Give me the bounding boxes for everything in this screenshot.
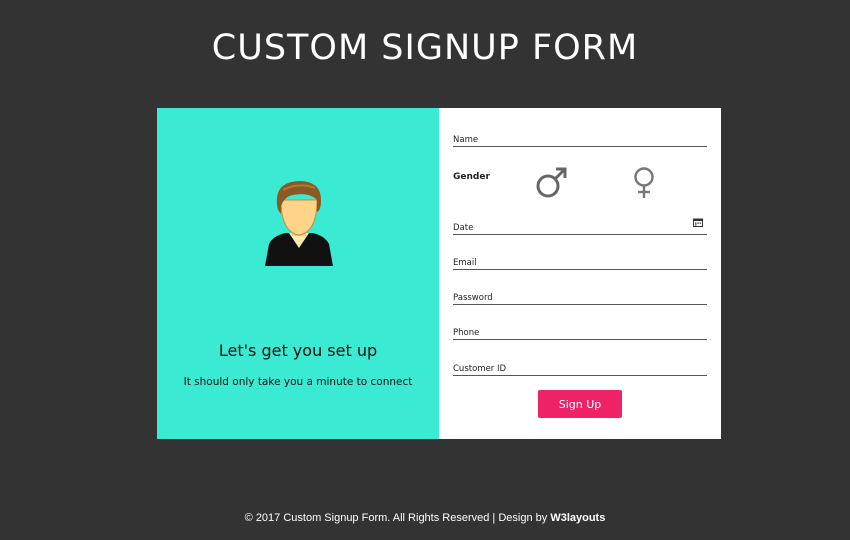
date-field [453,215,707,237]
password-field [453,285,707,307]
subtagline: It should only take you a minute to conn… [183,376,413,388]
password-input[interactable] [453,289,707,307]
tagline: Let's get you set up [218,341,378,360]
calendar-icon[interactable] [693,218,703,227]
female-symbol-icon[interactable] [631,166,657,200]
footer: © 2017 Custom Signup Form. All Rights Re… [0,512,850,524]
footer-brand-link[interactable]: W3layouts [550,512,605,524]
signup-card: Let's get you set up It should only take… [157,108,721,439]
phone-field [453,320,707,342]
form-panel: Gender [439,108,721,439]
email-field [453,250,707,272]
customer-id-field [453,356,707,378]
male-symbol-icon[interactable] [535,166,569,200]
page-title: CUSTOM SIGNUP FORM [211,28,639,68]
date-input[interactable] [453,219,707,237]
gender-row: Gender [453,167,707,210]
email-input[interactable] [453,254,707,272]
customer-id-input[interactable] [453,360,707,378]
gender-label: Gender [453,172,490,182]
user-avatar-icon [265,181,333,266]
welcome-panel: Let's get you set up It should only take… [157,108,439,439]
footer-text: © 2017 Custom Signup Form. All Rights Re… [244,512,548,524]
name-input[interactable] [453,131,707,149]
sign-up-button[interactable]: Sign Up [538,390,622,418]
phone-input[interactable] [453,324,707,342]
name-field [453,127,707,149]
